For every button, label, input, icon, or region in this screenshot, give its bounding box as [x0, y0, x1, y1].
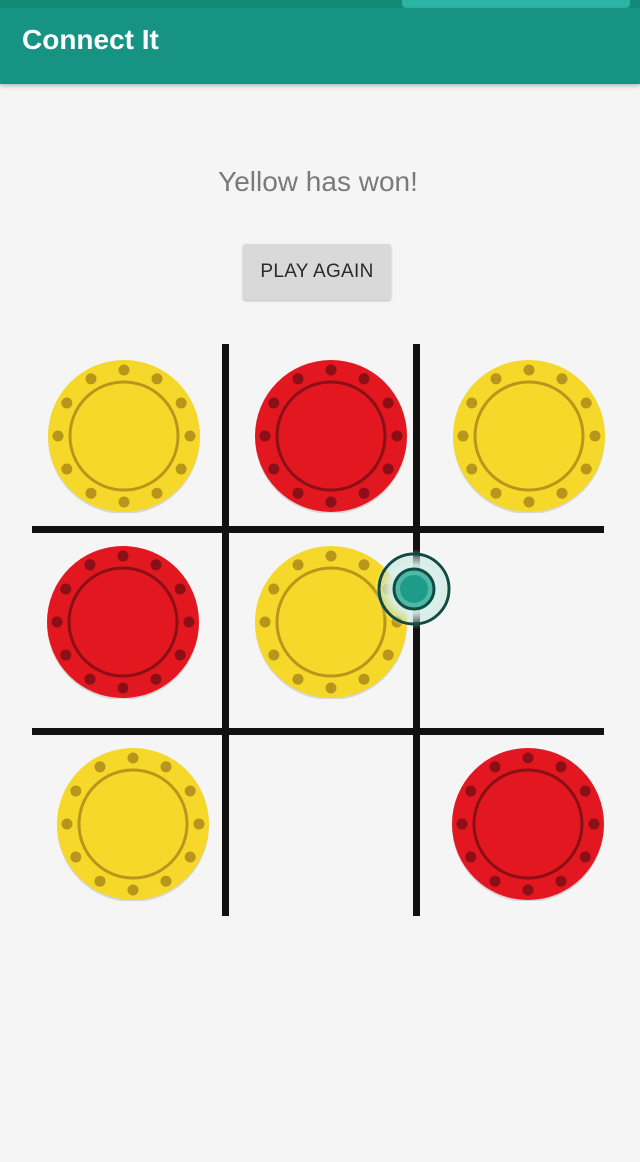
red-chip — [451, 747, 605, 902]
board-cell-r2c0[interactable] — [56, 747, 212, 903]
grid-line-vertical-2 — [413, 344, 420, 916]
grid-line-horizontal-2 — [32, 728, 604, 735]
red-chip — [254, 359, 408, 514]
grid-line-vertical-1 — [222, 344, 229, 916]
board-cell-r1c0[interactable] — [46, 545, 202, 701]
board-cell-r2c2[interactable] — [451, 747, 607, 903]
game-board — [0, 0, 640, 1162]
grid-line-horizontal-1 — [32, 526, 604, 533]
board-cell-r1c2[interactable] — [452, 545, 608, 701]
touch-indicator-icon — [374, 549, 454, 629]
yellow-chip — [47, 359, 201, 514]
board-cell-r0c2[interactable] — [452, 359, 608, 515]
yellow-chip — [452, 359, 606, 514]
board-cell-r2c1[interactable] — [254, 747, 410, 903]
board-cell-r0c0[interactable] — [47, 359, 203, 515]
red-chip — [46, 545, 200, 700]
board-cell-r0c1[interactable] — [254, 359, 410, 515]
yellow-chip — [56, 747, 210, 902]
touch-indicator — [374, 549, 454, 629]
